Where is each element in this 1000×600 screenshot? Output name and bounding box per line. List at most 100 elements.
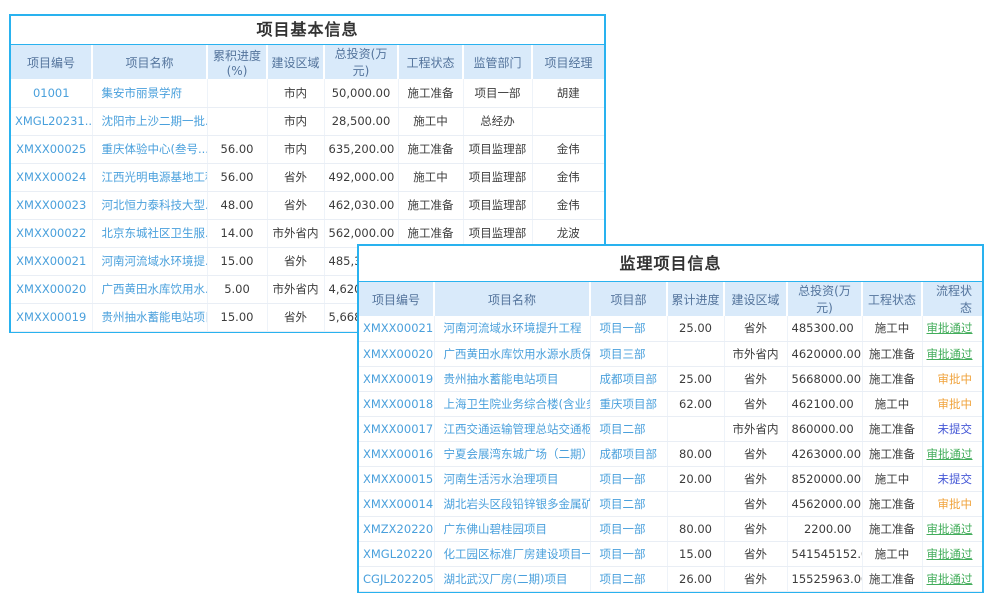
project-name-link[interactable]: 集安市丽景学府: [92, 79, 207, 107]
project-id-link[interactable]: XMXX00017: [359, 416, 434, 441]
project-name-link[interactable]: 贵州抽水蓄能电站项目: [434, 366, 590, 391]
project-dept-link[interactable]: 项目一部: [590, 516, 667, 541]
project-id-link[interactable]: XMXX00016: [359, 441, 434, 466]
department-value: 总经办: [463, 107, 532, 135]
project-name-link[interactable]: 化工园区标准厂房建设项目一期项目: [434, 541, 590, 566]
project-name-link[interactable]: 河南河流域水环境提...: [92, 247, 207, 275]
project-dept-link[interactable]: 项目三部: [590, 341, 667, 366]
project-dept-link[interactable]: 成都项目部: [590, 366, 667, 391]
table-row: 01001集安市丽景学府市内50,000.00施工准备项目一部胡建: [11, 79, 604, 107]
column-header: 项目编号: [359, 282, 434, 316]
project-id-link[interactable]: XMXX00024: [11, 163, 92, 191]
project-name-link[interactable]: 贵州抽水蓄能电站项目: [92, 303, 207, 331]
project-id-link[interactable]: XMXX00022: [11, 219, 92, 247]
project-name-link[interactable]: 沈阳市上沙二期一批...: [92, 107, 207, 135]
region-value: 市内: [267, 79, 324, 107]
project-id-link[interactable]: XMXX00014: [359, 491, 434, 516]
investment-value: 462100.00: [787, 391, 862, 416]
project-id-link[interactable]: XMXX00019: [359, 366, 434, 391]
progress-value: 80.00: [667, 441, 724, 466]
project-name-link[interactable]: 广西黄田水库饮用水...: [92, 275, 207, 303]
progress-value: 20.00: [667, 466, 724, 491]
project-name-link[interactable]: 上海卫生院业务综合楼(含业务用...: [434, 391, 590, 416]
supervision-info-panel: 监理项目信息 项目编号项目名称项目部累计进度建设区域总投资(万元)工程状态流程状…: [357, 244, 984, 593]
progress-value: 14.00: [207, 219, 267, 247]
project-name-link[interactable]: 广东佛山碧桂园项目: [434, 516, 590, 541]
column-header: 工程状态: [862, 282, 922, 316]
status-value: 施工准备: [398, 135, 463, 163]
project-name-link[interactable]: 江西交通运输管理总站交通枢纽及...: [434, 416, 590, 441]
department-value: 项目监理部: [463, 219, 532, 247]
flow-status[interactable]: 审批通过: [922, 441, 982, 466]
project-id-link[interactable]: XMXX00019: [11, 303, 92, 331]
flow-status: 审批中: [922, 391, 982, 416]
project-id-link[interactable]: XMXX00020: [11, 275, 92, 303]
flow-status[interactable]: 审批通过: [922, 541, 982, 566]
column-header: 总投资(万元): [324, 45, 398, 79]
project-id-link[interactable]: XMXX00015: [359, 466, 434, 491]
project-name-link[interactable]: 广西黄田水库饮用水源水质保护项目: [434, 341, 590, 366]
project-id-link[interactable]: XMXX00018: [359, 391, 434, 416]
status-value: 施工准备: [862, 441, 922, 466]
project-id-link[interactable]: XMGL20220...: [359, 541, 434, 566]
project-id-link[interactable]: XMXX00025: [11, 135, 92, 163]
project-name-link[interactable]: 重庆体验中心(叁号...: [92, 135, 207, 163]
status-value: 施工中: [398, 107, 463, 135]
project-name-link[interactable]: 江西光明电源基地工程: [92, 163, 207, 191]
project-dept-link[interactable]: 项目一部: [590, 541, 667, 566]
flow-status[interactable]: 审批通过: [922, 516, 982, 541]
project-dept-link[interactable]: 成都项目部: [590, 441, 667, 466]
flow-status[interactable]: 审批通过: [922, 341, 982, 366]
investment-value: 4263000.00: [787, 441, 862, 466]
region-value: 市外省内: [267, 219, 324, 247]
progress-value: 25.00: [667, 366, 724, 391]
project-id-link[interactable]: 01001: [11, 79, 92, 107]
project-name-link[interactable]: 北京东城社区卫生服...: [92, 219, 207, 247]
investment-value: 462,030.00: [324, 191, 398, 219]
region-value: 省外: [724, 566, 787, 591]
flow-status[interactable]: 审批通过: [922, 316, 982, 341]
project-dept-link[interactable]: 项目二部: [590, 491, 667, 516]
table-row: XMXX00024江西光明电源基地工程56.00省外492,000.00施工中项…: [11, 163, 604, 191]
project-id-link[interactable]: XMZX20220...: [359, 516, 434, 541]
status-value: 施工准备: [862, 341, 922, 366]
manager-value: [532, 107, 604, 135]
table-row: XMXX00020广西黄田水库饮用水源水质保护项目项目三部市外省内4620000…: [359, 341, 982, 366]
project-id-link[interactable]: XMXX00020: [359, 341, 434, 366]
project-dept-link[interactable]: 项目二部: [590, 416, 667, 441]
column-header: 项目编号: [11, 45, 92, 79]
progress-value: 48.00: [207, 191, 267, 219]
region-value: 省外: [724, 491, 787, 516]
investment-value: 541545152.00: [787, 541, 862, 566]
project-name-link[interactable]: 河南河流域水环境提升工程: [434, 316, 590, 341]
table-row: XMXX00019贵州抽水蓄能电站项目成都项目部25.00省外5668000.0…: [359, 366, 982, 391]
region-value: 市内: [267, 107, 324, 135]
project-id-link[interactable]: CGJL202205...: [359, 566, 434, 591]
manager-value: 胡建: [532, 79, 604, 107]
flow-status[interactable]: 审批通过: [922, 566, 982, 591]
project-id-link[interactable]: XMXX00021: [359, 316, 434, 341]
project-dept-link[interactable]: 项目一部: [590, 466, 667, 491]
department-value: 项目监理部: [463, 163, 532, 191]
project-id-link[interactable]: XMXX00021: [11, 247, 92, 275]
project-name-link[interactable]: 河南生活污水治理项目: [434, 466, 590, 491]
table-row: XMXX00023河北恒力泰科技大型...48.00省外462,030.00施工…: [11, 191, 604, 219]
project-id-link[interactable]: XMXX00023: [11, 191, 92, 219]
status-value: 施工准备: [398, 219, 463, 247]
table-row: XMXX00022北京东城社区卫生服...14.00市外省内562,000.00…: [11, 219, 604, 247]
project-dept-link[interactable]: 项目一部: [590, 316, 667, 341]
project-name-link[interactable]: 湖北武汉厂房(二期)项目: [434, 566, 590, 591]
project-name-link[interactable]: 河北恒力泰科技大型...: [92, 191, 207, 219]
region-value: 省外: [724, 366, 787, 391]
progress-value: [667, 416, 724, 441]
flow-status: 审批中: [922, 491, 982, 516]
table-row: CGJL202205...湖北武汉厂房(二期)项目项目二部26.00省外1552…: [359, 566, 982, 591]
project-dept-link[interactable]: 重庆项目部: [590, 391, 667, 416]
region-value: 省外: [724, 541, 787, 566]
investment-value: 2200.00: [787, 516, 862, 541]
project-name-link[interactable]: 湖北岩头区段铅锌银多金属矿开采...: [434, 491, 590, 516]
project-name-link[interactable]: 宁夏会展湾东城广场（二期）工程: [434, 441, 590, 466]
column-header: 建设区域: [267, 45, 324, 79]
project-dept-link[interactable]: 项目二部: [590, 566, 667, 591]
project-id-link[interactable]: XMGL20231...: [11, 107, 92, 135]
